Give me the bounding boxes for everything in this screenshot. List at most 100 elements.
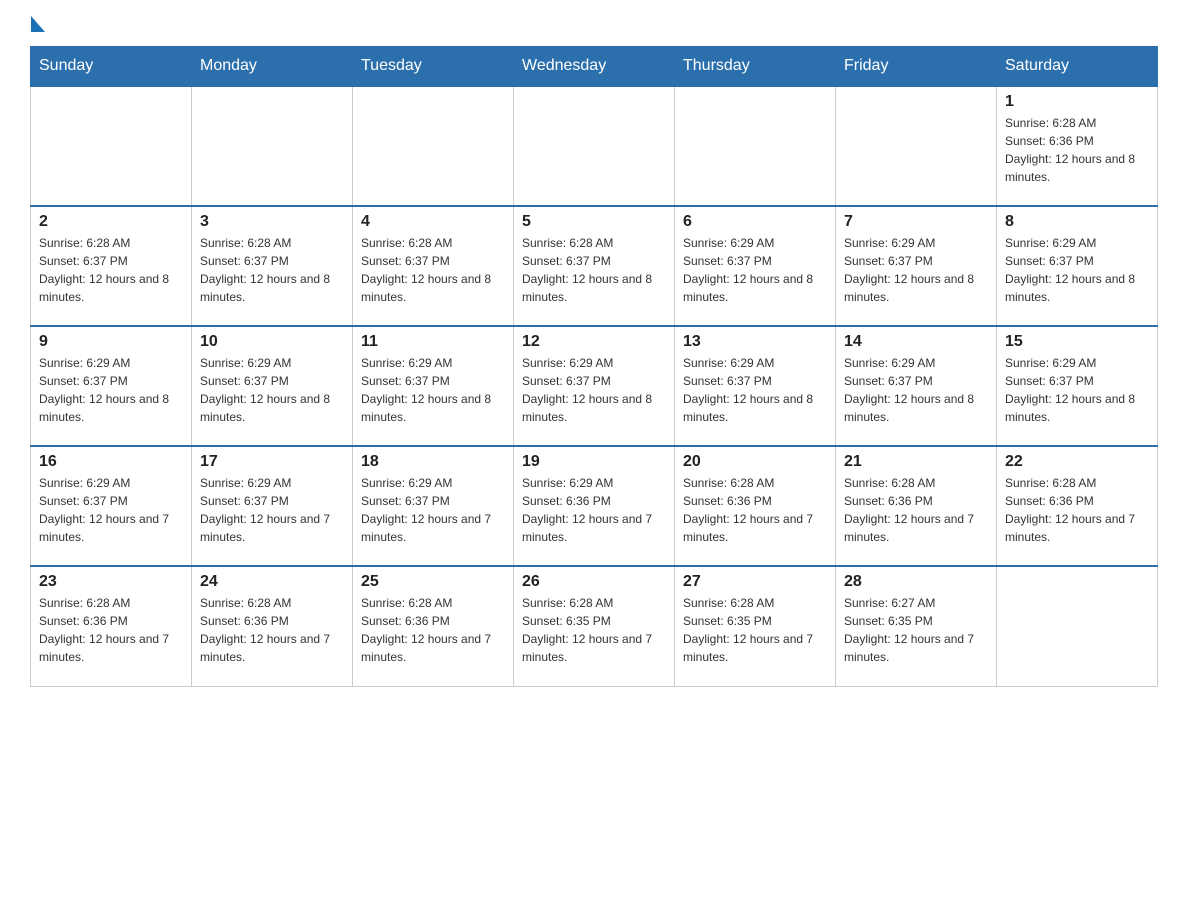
calendar-cell: 24 Sunrise: 6:28 AMSunset: 6:36 PMDaylig… <box>192 566 353 686</box>
day-number: 9 <box>39 333 183 351</box>
day-info: Sunrise: 6:28 AMSunset: 6:36 PMDaylight:… <box>844 476 974 544</box>
day-info: Sunrise: 6:29 AMSunset: 6:37 PMDaylight:… <box>200 356 330 424</box>
day-number: 4 <box>361 213 505 231</box>
day-number: 6 <box>683 213 827 231</box>
calendar-cell: 25 Sunrise: 6:28 AMSunset: 6:36 PMDaylig… <box>353 566 514 686</box>
day-info: Sunrise: 6:29 AMSunset: 6:37 PMDaylight:… <box>683 236 813 304</box>
day-number: 18 <box>361 453 505 471</box>
day-info: Sunrise: 6:27 AMSunset: 6:35 PMDaylight:… <box>844 596 974 664</box>
calendar-cell: 27 Sunrise: 6:28 AMSunset: 6:35 PMDaylig… <box>675 566 836 686</box>
day-number: 12 <box>522 333 666 351</box>
day-number: 24 <box>200 573 344 591</box>
day-number: 11 <box>361 333 505 351</box>
calendar-cell: 2 Sunrise: 6:28 AMSunset: 6:37 PMDayligh… <box>31 206 192 326</box>
day-number: 5 <box>522 213 666 231</box>
day-number: 19 <box>522 453 666 471</box>
day-info: Sunrise: 6:29 AMSunset: 6:37 PMDaylight:… <box>1005 356 1135 424</box>
calendar-cell: 16 Sunrise: 6:29 AMSunset: 6:37 PMDaylig… <box>31 446 192 566</box>
day-number: 17 <box>200 453 344 471</box>
logo <box>30 20 45 36</box>
calendar-cell: 17 Sunrise: 6:29 AMSunset: 6:37 PMDaylig… <box>192 446 353 566</box>
day-number: 13 <box>683 333 827 351</box>
day-info: Sunrise: 6:29 AMSunset: 6:37 PMDaylight:… <box>361 476 491 544</box>
calendar-cell: 19 Sunrise: 6:29 AMSunset: 6:36 PMDaylig… <box>514 446 675 566</box>
calendar-cell: 26 Sunrise: 6:28 AMSunset: 6:35 PMDaylig… <box>514 566 675 686</box>
calendar-cell: 1 Sunrise: 6:28 AMSunset: 6:36 PMDayligh… <box>997 86 1158 206</box>
calendar-table: SundayMondayTuesdayWednesdayThursdayFrid… <box>30 46 1158 687</box>
calendar-cell: 10 Sunrise: 6:29 AMSunset: 6:37 PMDaylig… <box>192 326 353 446</box>
weekday-header-thursday: Thursday <box>675 47 836 87</box>
calendar-week-row: 2 Sunrise: 6:28 AMSunset: 6:37 PMDayligh… <box>31 206 1158 326</box>
day-info: Sunrise: 6:29 AMSunset: 6:37 PMDaylight:… <box>39 356 169 424</box>
calendar-cell <box>353 86 514 206</box>
calendar-cell: 5 Sunrise: 6:28 AMSunset: 6:37 PMDayligh… <box>514 206 675 326</box>
calendar-cell: 9 Sunrise: 6:29 AMSunset: 6:37 PMDayligh… <box>31 326 192 446</box>
day-number: 22 <box>1005 453 1149 471</box>
day-info: Sunrise: 6:29 AMSunset: 6:37 PMDaylight:… <box>844 356 974 424</box>
calendar-cell <box>836 86 997 206</box>
calendar-cell: 22 Sunrise: 6:28 AMSunset: 6:36 PMDaylig… <box>997 446 1158 566</box>
day-info: Sunrise: 6:28 AMSunset: 6:36 PMDaylight:… <box>1005 116 1135 184</box>
calendar-cell <box>997 566 1158 686</box>
day-info: Sunrise: 6:28 AMSunset: 6:35 PMDaylight:… <box>683 596 813 664</box>
page-header <box>30 20 1158 36</box>
day-info: Sunrise: 6:29 AMSunset: 6:37 PMDaylight:… <box>200 476 330 544</box>
day-info: Sunrise: 6:29 AMSunset: 6:37 PMDaylight:… <box>844 236 974 304</box>
calendar-cell <box>514 86 675 206</box>
day-info: Sunrise: 6:28 AMSunset: 6:36 PMDaylight:… <box>361 596 491 664</box>
day-number: 21 <box>844 453 988 471</box>
weekday-header-saturday: Saturday <box>997 47 1158 87</box>
calendar-cell: 7 Sunrise: 6:29 AMSunset: 6:37 PMDayligh… <box>836 206 997 326</box>
calendar-cell: 8 Sunrise: 6:29 AMSunset: 6:37 PMDayligh… <box>997 206 1158 326</box>
day-info: Sunrise: 6:29 AMSunset: 6:37 PMDaylight:… <box>39 476 169 544</box>
calendar-cell <box>675 86 836 206</box>
day-info: Sunrise: 6:28 AMSunset: 6:37 PMDaylight:… <box>361 236 491 304</box>
day-info: Sunrise: 6:28 AMSunset: 6:37 PMDaylight:… <box>522 236 652 304</box>
day-info: Sunrise: 6:28 AMSunset: 6:37 PMDaylight:… <box>39 236 169 304</box>
day-number: 25 <box>361 573 505 591</box>
calendar-cell: 13 Sunrise: 6:29 AMSunset: 6:37 PMDaylig… <box>675 326 836 446</box>
day-number: 7 <box>844 213 988 231</box>
weekday-header-monday: Monday <box>192 47 353 87</box>
calendar-week-row: 9 Sunrise: 6:29 AMSunset: 6:37 PMDayligh… <box>31 326 1158 446</box>
weekday-header-row: SundayMondayTuesdayWednesdayThursdayFrid… <box>31 47 1158 87</box>
calendar-cell <box>192 86 353 206</box>
day-info: Sunrise: 6:29 AMSunset: 6:37 PMDaylight:… <box>361 356 491 424</box>
day-number: 20 <box>683 453 827 471</box>
day-info: Sunrise: 6:28 AMSunset: 6:36 PMDaylight:… <box>683 476 813 544</box>
calendar-cell: 3 Sunrise: 6:28 AMSunset: 6:37 PMDayligh… <box>192 206 353 326</box>
day-number: 14 <box>844 333 988 351</box>
day-info: Sunrise: 6:28 AMSunset: 6:36 PMDaylight:… <box>39 596 169 664</box>
calendar-cell: 11 Sunrise: 6:29 AMSunset: 6:37 PMDaylig… <box>353 326 514 446</box>
calendar-week-row: 1 Sunrise: 6:28 AMSunset: 6:36 PMDayligh… <box>31 86 1158 206</box>
calendar-cell: 18 Sunrise: 6:29 AMSunset: 6:37 PMDaylig… <box>353 446 514 566</box>
calendar-cell: 12 Sunrise: 6:29 AMSunset: 6:37 PMDaylig… <box>514 326 675 446</box>
day-number: 1 <box>1005 93 1149 111</box>
day-number: 10 <box>200 333 344 351</box>
calendar-cell: 21 Sunrise: 6:28 AMSunset: 6:36 PMDaylig… <box>836 446 997 566</box>
day-number: 28 <box>844 573 988 591</box>
calendar-cell: 23 Sunrise: 6:28 AMSunset: 6:36 PMDaylig… <box>31 566 192 686</box>
weekday-header-tuesday: Tuesday <box>353 47 514 87</box>
day-number: 16 <box>39 453 183 471</box>
calendar-week-row: 23 Sunrise: 6:28 AMSunset: 6:36 PMDaylig… <box>31 566 1158 686</box>
calendar-cell: 28 Sunrise: 6:27 AMSunset: 6:35 PMDaylig… <box>836 566 997 686</box>
calendar-cell <box>31 86 192 206</box>
day-number: 2 <box>39 213 183 231</box>
day-info: Sunrise: 6:28 AMSunset: 6:36 PMDaylight:… <box>200 596 330 664</box>
calendar-cell: 4 Sunrise: 6:28 AMSunset: 6:37 PMDayligh… <box>353 206 514 326</box>
day-info: Sunrise: 6:28 AMSunset: 6:37 PMDaylight:… <box>200 236 330 304</box>
weekday-header-friday: Friday <box>836 47 997 87</box>
calendar-cell: 20 Sunrise: 6:28 AMSunset: 6:36 PMDaylig… <box>675 446 836 566</box>
day-number: 23 <box>39 573 183 591</box>
logo-arrow-icon <box>31 16 45 32</box>
calendar-cell: 15 Sunrise: 6:29 AMSunset: 6:37 PMDaylig… <box>997 326 1158 446</box>
calendar-week-row: 16 Sunrise: 6:29 AMSunset: 6:37 PMDaylig… <box>31 446 1158 566</box>
day-info: Sunrise: 6:29 AMSunset: 6:37 PMDaylight:… <box>522 356 652 424</box>
day-number: 26 <box>522 573 666 591</box>
day-number: 3 <box>200 213 344 231</box>
day-info: Sunrise: 6:29 AMSunset: 6:37 PMDaylight:… <box>1005 236 1135 304</box>
calendar-cell: 6 Sunrise: 6:29 AMSunset: 6:37 PMDayligh… <box>675 206 836 326</box>
weekday-header-sunday: Sunday <box>31 47 192 87</box>
day-info: Sunrise: 6:28 AMSunset: 6:36 PMDaylight:… <box>1005 476 1135 544</box>
